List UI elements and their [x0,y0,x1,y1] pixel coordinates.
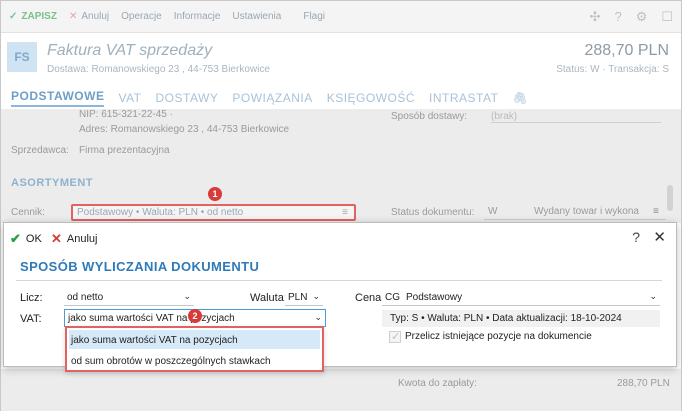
settings-menu[interactable]: Ustawienia [232,11,281,22]
price-type-info: Typ: S • Waluta: PLN • Data aktualizacji… [382,310,660,327]
vat-option-positions[interactable]: jako suma wartości VAT na pozycjach [69,330,320,349]
customer-address: Adres: Romanowskiego 23 , 44-753 Bierkow… [79,124,290,135]
total-value: 288,70 PLN [617,378,670,389]
delivery-method-select[interactable]: (brak) [491,111,661,123]
tab-bar: PODSTAWOWE VAT DOSTAWY POWIĄZANIA KSIĘGO… [1,87,681,109]
step-badge-2: 2 [188,309,202,323]
info-menu[interactable]: Informacje [174,11,221,22]
assortment-section-title: ASORTYMENT [11,177,93,189]
step-badge-1: 1 [208,187,222,201]
price-list-label: Cennik: [11,207,45,218]
check-icon: ✓ [9,11,18,22]
chevron-down-icon: ⌄ [312,291,320,301]
cena-select[interactable]: CG Podstawowy ⌄ [382,289,660,306]
document-status-label: Status dokumentu: [391,207,475,218]
close-icon: ✕ [51,231,62,246]
chevron-down-icon: ⌄ [649,291,657,301]
vat-option-rates[interactable]: od sum obrotów w poszczególnych stawkach [69,351,320,370]
cancel-toolbar-button[interactable]: ✕ Anuluj [69,11,109,22]
dialog-title: SPOSÓB WYLICZANIA DOKUMENTU [20,259,260,274]
cancel-button[interactable]: ✕ Anuluj [51,231,97,247]
pin-icon[interactable]: ✣ [590,9,601,25]
scrollbar[interactable] [667,185,673,211]
help-icon[interactable]: ? [614,9,621,25]
tab-vat[interactable]: VAT [118,91,141,105]
vat-dropdown-list: jako suma wartości VAT na pozycjach od s… [65,326,324,372]
delivery-address: Dostawa: Romanowskiego 23 , 44-753 Bierk… [47,64,270,75]
totals-bar: Kwota do zapłaty: 288,70 PLN [1,369,681,411]
seller-value: Firma prezentacyjna [79,145,170,156]
tab-podstawowe[interactable]: PODSTAWOWE [11,89,105,107]
cena-label: Cena: [355,292,385,304]
dialog-close-icon[interactable]: ✕ [653,228,666,246]
paperclip-icon[interactable]: 🖇 [512,91,528,105]
total-label: Kwota do zapłaty: [398,378,477,389]
document-status-field[interactable]: W Wydany towar i wykona [484,204,666,220]
gear-icon[interactable]: ⚙ [636,9,648,25]
operations-menu[interactable]: Operacje [121,11,162,22]
flags-menu[interactable]: Flagi [303,11,325,22]
tab-powiazania[interactable]: POWIĄZANIA [232,91,312,105]
recalc-checkbox[interactable] [389,330,401,343]
tab-dostawy[interactable]: DOSTAWY [156,91,219,105]
chevron-down-icon: ⌄ [183,291,191,301]
document-title: Faktura VAT sprzedaży [47,42,213,59]
licz-label: Licz: [20,292,43,304]
seller-label: Sprzedawca: [11,145,69,156]
customer-nip: NIP: 615-321-22-45 · [79,109,173,120]
chevron-down-icon: ⌄ [314,312,322,322]
vat-label: VAT: [20,313,42,325]
menu-icon[interactable]: ≡ [342,207,348,218]
document-status: Status: W · Transakcja: S [556,64,669,75]
check-icon: ✔ [10,231,21,246]
save-button[interactable]: ✓ ZAPISZ [9,11,57,22]
licz-select[interactable]: od netto ⌄ [64,289,194,306]
document-type-badge: FS [7,42,37,72]
ok-button[interactable]: ✔ OK [10,231,42,247]
delivery-method-label: Sposób dostawy: [391,111,468,122]
maximize-icon[interactable]: ☐ [661,9,673,25]
document-header: FS Faktura VAT sprzedaży Dostawa: Romano… [1,34,681,84]
tab-intrastat[interactable]: INTRASTAT [429,91,498,105]
toolbar: ✓ ZAPISZ ✕ Anuluj Operacje Informacje Us… [1,1,681,33]
status-menu-icon[interactable]: ≡ [653,206,659,217]
dialog-toolbar: ✔ OK ✕ Anuluj ? ✕ [4,223,676,253]
help-icon[interactable]: ? [632,229,640,245]
tab-ksiegowosc[interactable]: KSIĘGOWOŚĆ [327,91,415,105]
recalc-label: Przelicz istniejące pozycje na dokumenci… [405,331,592,342]
close-icon: ✕ [68,11,78,22]
document-amount: 288,70 PLN [584,42,669,59]
waluta-label: Waluta: [250,292,287,304]
price-list-field[interactable]: Podstawowy • Waluta: PLN • od netto ≡ [71,204,356,221]
waluta-select[interactable]: PLN ⌄ [285,289,323,306]
divider [16,280,662,281]
